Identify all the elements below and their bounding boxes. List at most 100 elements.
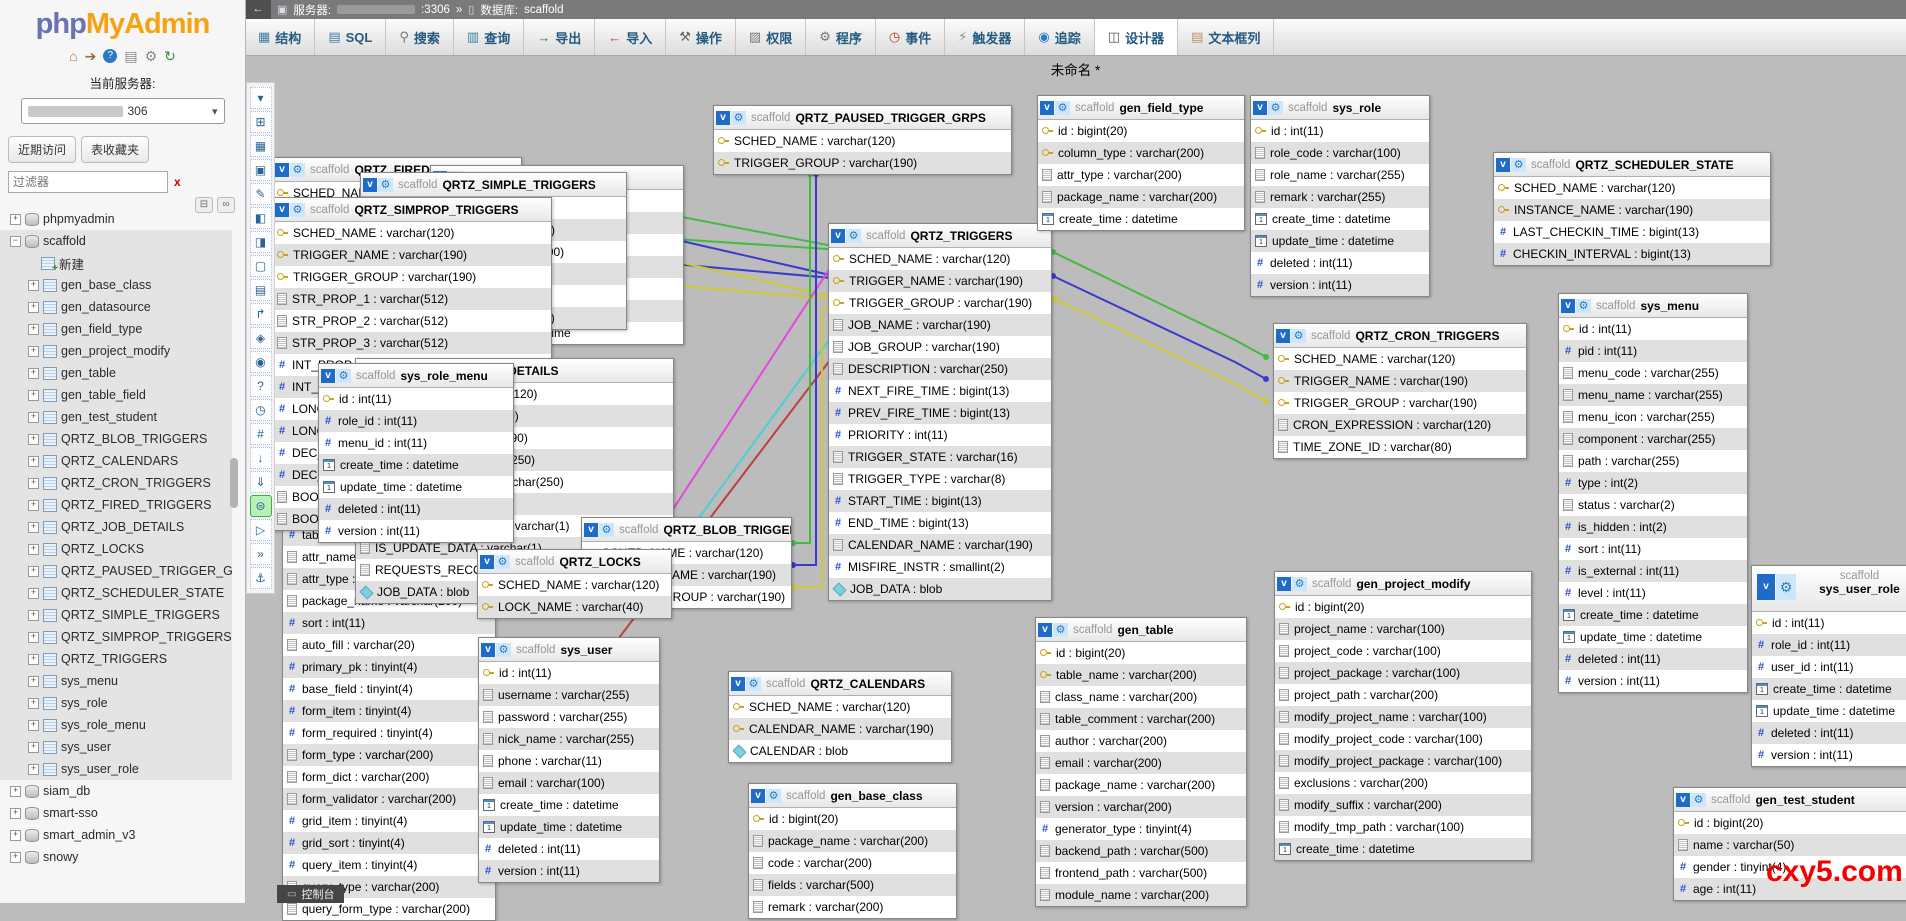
- table-options-gear-icon[interactable]: ⚙: [378, 178, 393, 192]
- select-checkbox-icon[interactable]: v: [716, 111, 730, 125]
- table-header[interactable]: v⚙scaffoldsys_role: [1251, 96, 1429, 120]
- field-row-is_external[interactable]: #is_external : int(11): [1559, 560, 1747, 582]
- field-row-LAST_CHECKIN_TIME[interactable]: #LAST_CHECKIN_TIME : bigint(13): [1494, 221, 1770, 243]
- sidebar-item-QRTZ_FIRED_TRIGGERS[interactable]: +QRTZ_FIRED_TRIGGERS: [0, 494, 232, 516]
- tree-expander-icon[interactable]: +: [28, 280, 39, 291]
- table-options-gear-icon[interactable]: ⚙: [496, 643, 511, 657]
- field-row-create_time[interactable]: 1create_time : datetime: [1752, 678, 1906, 700]
- field-row-path[interactable]: path : varchar(255): [1559, 450, 1747, 472]
- table-header[interactable]: v⚙scaffoldgen_test_student: [1674, 788, 1906, 812]
- tree-expander-icon[interactable]: +: [28, 588, 39, 599]
- field-row-column_type[interactable]: column_type : varchar(200): [1038, 142, 1244, 164]
- tree-expander-icon[interactable]: +: [28, 456, 39, 467]
- tree-expander-icon[interactable]: +: [28, 412, 39, 423]
- field-row-STR_PROP_1[interactable]: STR_PROP_1 : varchar(512): [273, 288, 551, 310]
- select-checkbox-icon[interactable]: v: [831, 229, 845, 243]
- field-row-grid_sort[interactable]: #grid_sort : tinyint(4): [283, 832, 495, 854]
- field-row-code[interactable]: code : varchar(200): [749, 852, 956, 874]
- tree-expander-icon[interactable]: +: [28, 522, 39, 533]
- table-header[interactable]: v⚙scaffoldQRTZ_SCHEDULER_STATE: [1494, 153, 1770, 177]
- sidebar-item-QRTZ_SCHEDULER_STATE[interactable]: +QRTZ_SCHEDULER_STATE: [0, 582, 232, 604]
- field-row-role_code[interactable]: role_code : varchar(100): [1251, 142, 1429, 164]
- export-page-icon[interactable]: ▷: [250, 519, 272, 541]
- field-row-CALENDAR[interactable]: CALENDAR : blob: [729, 740, 951, 762]
- field-row-remark[interactable]: remark : varchar(255): [1251, 186, 1429, 208]
- sidebar-item-QRTZ_BLOB_TRIGGERS[interactable]: +QRTZ_BLOB_TRIGGERS: [0, 428, 232, 450]
- field-row-form_type[interactable]: form_type : varchar(200): [283, 744, 495, 766]
- home-icon[interactable]: ⌂: [69, 48, 77, 64]
- tree-expander-icon[interactable]: +: [28, 654, 39, 665]
- table-card-QRTZ_SCHEDULER_STATE[interactable]: v⚙scaffoldQRTZ_SCHEDULER_STATESCHED_NAME…: [1493, 152, 1771, 266]
- table-header[interactable]: v⚙scaffoldQRTZ_CRON_TRIGGERS: [1274, 324, 1526, 348]
- table-card-sys_user[interactable]: v⚙scaffoldsys_userid : int(11)username :…: [478, 637, 660, 883]
- field-row-package_name[interactable]: package_name : varchar(200): [1038, 186, 1244, 208]
- sidebar-item-gen_table[interactable]: +gen_table: [0, 362, 232, 384]
- field-row-SCHED_NAME[interactable]: SCHED_NAME : varchar(120): [729, 696, 951, 718]
- forward-icon[interactable]: »: [250, 543, 272, 565]
- field-row-project_name[interactable]: project_name : varchar(100): [1275, 618, 1531, 640]
- field-row-create_time[interactable]: 1create_time : datetime: [1251, 208, 1429, 230]
- field-row-create_time[interactable]: 1create_time : datetime: [319, 454, 513, 476]
- filter-clear-button[interactable]: x: [174, 175, 181, 189]
- table-header[interactable]: v⚙scaffoldQRTZ_SIMPROP_TRIGGERS: [273, 198, 551, 222]
- field-row-id[interactable]: id : int(11): [1752, 612, 1906, 634]
- field-row-deleted[interactable]: #deleted : int(11): [1559, 648, 1747, 670]
- help-icon[interactable]: ?: [250, 375, 272, 397]
- field-row-level[interactable]: #level : int(11): [1559, 582, 1747, 604]
- field-row-project_path[interactable]: project_path : varchar(200): [1275, 684, 1531, 706]
- tree-expander-icon[interactable]: +: [10, 214, 21, 225]
- select-checkbox-icon[interactable]: v: [1276, 329, 1290, 343]
- field-row-form_dict[interactable]: form_dict : varchar(200): [283, 766, 495, 788]
- breadcrumb-server-label[interactable]: 服务器:: [293, 2, 331, 18]
- tab-结构[interactable]: ▦结构: [245, 19, 315, 55]
- table-options-gear-icon[interactable]: ⚙: [1053, 623, 1068, 637]
- tree-expander-icon[interactable]: +: [10, 786, 21, 797]
- field-row-MISFIRE_INSTR[interactable]: #MISFIRE_INSTR : smallint(2): [829, 556, 1051, 578]
- table-header[interactable]: v⚙scaffoldQRTZ_BLOB_TRIGGERS: [582, 518, 791, 542]
- field-row-update_time[interactable]: 1update_time : datetime: [1752, 700, 1906, 722]
- table-card-gen_base_class[interactable]: v⚙scaffoldgen_base_classid : bigint(20)p…: [748, 783, 957, 919]
- breadcrumb-db-name[interactable]: scaffold: [524, 4, 563, 16]
- field-row-modify_project_code[interactable]: modify_project_code : varchar(100): [1275, 728, 1531, 750]
- field-row-TRIGGER_NAME[interactable]: TRIGGER_NAME : varchar(190): [1274, 370, 1526, 392]
- list-icon[interactable]: ▤: [250, 279, 272, 301]
- tab-设计器[interactable]: ◫设计器: [1095, 19, 1178, 55]
- collapse-icon[interactable]: ▾: [250, 87, 272, 109]
- tree-expander-icon[interactable]: +: [10, 808, 21, 819]
- tree-expander-icon[interactable]: +: [28, 764, 39, 775]
- field-row-menu_name[interactable]: menu_name : varchar(255): [1559, 384, 1747, 406]
- field-row-table_name[interactable]: table_name : varchar(200): [1036, 664, 1246, 686]
- sidebar-item-gen_table_field[interactable]: +gen_table_field: [0, 384, 232, 406]
- field-row-pid[interactable]: #pid : int(11): [1559, 340, 1747, 362]
- table-card-QRTZ_CRON_TRIGGERS[interactable]: v⚙scaffoldQRTZ_CRON_TRIGGERSSCHED_NAME :…: [1273, 323, 1527, 459]
- field-row-id[interactable]: id : bigint(20): [1038, 120, 1244, 142]
- field-row-auto_fill[interactable]: auto_fill : varchar(20): [283, 634, 495, 656]
- sidebar-item-smart-sso[interactable]: +smart-sso: [0, 802, 232, 824]
- tab-导入[interactable]: ←导入: [595, 19, 666, 55]
- tab-导出[interactable]: →导出: [524, 19, 595, 55]
- sidebar-item-gen_datasource[interactable]: +gen_datasource: [0, 296, 232, 318]
- sidebar-item-QRTZ_SIMPROP_TRIGGERS[interactable]: +QRTZ_SIMPROP_TRIGGERS: [0, 626, 232, 648]
- tree-expander-icon[interactable]: +: [28, 676, 39, 687]
- table-header[interactable]: v⚙scaffoldsys_menu: [1559, 294, 1747, 318]
- field-row-create_time[interactable]: 1create_time : datetime: [1038, 208, 1244, 230]
- tab-查询[interactable]: ▥查询: [454, 19, 524, 55]
- sidebar-item-smart_admin_v3[interactable]: +smart_admin_v3: [0, 824, 232, 846]
- field-row-id[interactable]: id : int(11): [479, 662, 659, 684]
- field-row-fields[interactable]: fields : varchar(500): [749, 874, 956, 896]
- tab-程序[interactable]: ⚙程序: [806, 19, 876, 55]
- field-row-END_TIME[interactable]: #END_TIME : bigint(13): [829, 512, 1051, 534]
- sidebar-item-scaffold[interactable]: −scaffold: [0, 230, 232, 252]
- table-options-gear-icon[interactable]: ⚙: [599, 523, 614, 537]
- field-row-role_name[interactable]: role_name : varchar(255): [1251, 164, 1429, 186]
- field-row-STR_PROP_3[interactable]: STR_PROP_3 : varchar(512): [273, 332, 551, 354]
- field-row-modify_project_name[interactable]: modify_project_name : varchar(100): [1275, 706, 1531, 728]
- table-header[interactable]: v⚙scaffoldgen_project_modify: [1275, 572, 1531, 596]
- field-row-version[interactable]: #version : int(11): [479, 860, 659, 882]
- table-options-gear-icon[interactable]: ⚙: [1291, 329, 1306, 343]
- tab-触发器[interactable]: ⚡触发器: [945, 19, 1025, 55]
- arrow-down2-icon[interactable]: ⇓: [250, 471, 272, 493]
- table-card-sys_role_menu[interactable]: v⚙scaffoldsys_role_menuid : int(11)#role…: [318, 363, 514, 543]
- diamond-icon[interactable]: ◈: [250, 327, 272, 349]
- table-header[interactable]: v⚙scaffoldQRTZ_CALENDARS: [729, 672, 951, 696]
